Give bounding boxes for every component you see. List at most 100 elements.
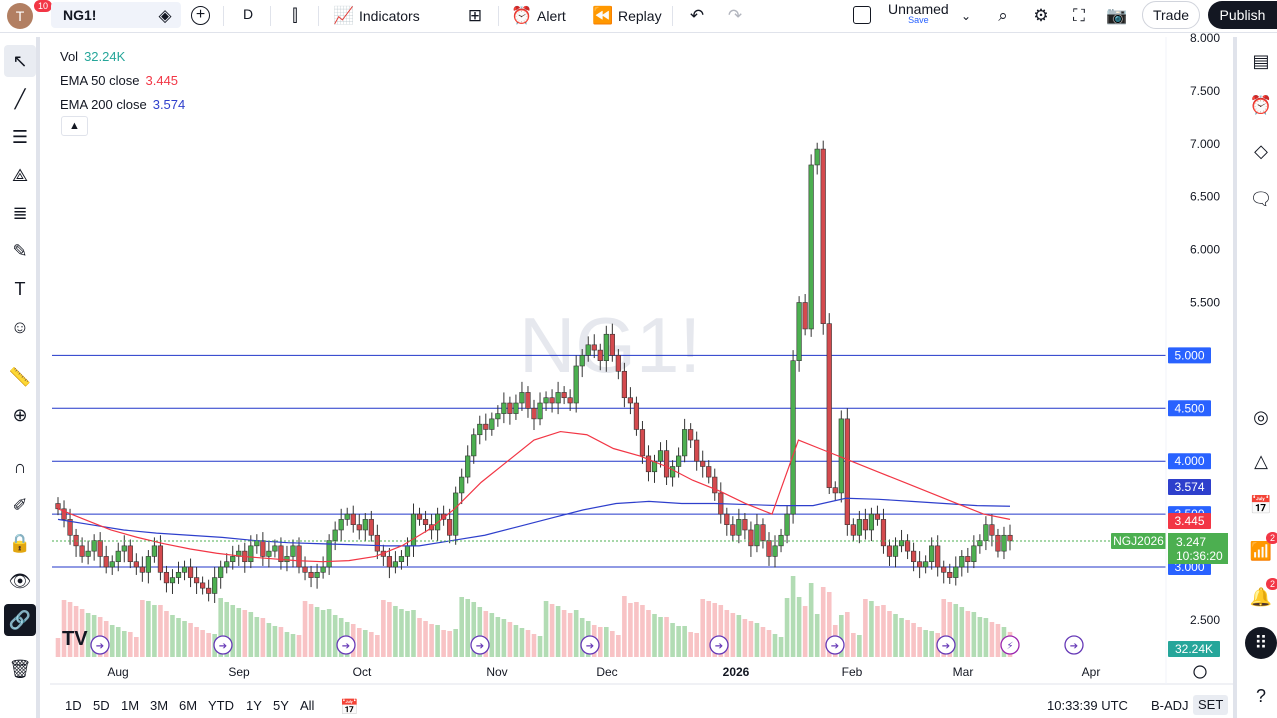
candle [338, 519, 344, 531]
volume-bar [387, 602, 392, 657]
symbol-tag: NGJ2026 [1113, 534, 1164, 548]
event-arrow: ➔ [715, 641, 723, 652]
chart-canvas[interactable]: NG1! 8.0007.5007.0006.5006.0005.5002.500… [0, 0, 1277, 718]
volume-bar [405, 611, 410, 657]
candle [880, 519, 887, 547]
volume-bar [640, 605, 645, 657]
candle [790, 360, 796, 515]
candle [356, 524, 362, 531]
range-1d[interactable]: 1D [65, 698, 82, 713]
candle [669, 466, 676, 478]
time-label: Sep [228, 665, 250, 679]
range-6m[interactable]: 6M [179, 698, 197, 713]
volume-bar [447, 631, 452, 657]
volume-bar [236, 608, 242, 657]
legend-ema50[interactable]: EMA 50 close 3.445 [60, 69, 185, 93]
range-ytd[interactable]: YTD [208, 698, 234, 713]
legend-vol[interactable]: Vol 32.24K [60, 45, 185, 69]
candle [832, 487, 838, 494]
volume-bar [513, 625, 519, 657]
candle [218, 566, 224, 578]
volume-bar [266, 623, 272, 657]
candle [766, 540, 772, 557]
candle [995, 534, 1001, 552]
range-5d[interactable]: 5D [93, 698, 110, 713]
range-1m[interactable]: 1M [121, 698, 139, 713]
volume-bar [194, 627, 199, 657]
range-1y[interactable]: 1Y [246, 698, 262, 713]
candle [760, 524, 766, 541]
volume-bar [676, 626, 681, 657]
range-3m[interactable]: 3M [150, 698, 168, 713]
volume-bar [519, 628, 525, 657]
range-all[interactable]: All [300, 698, 314, 713]
event-arrow: ➔ [1070, 641, 1078, 652]
volume-bar [423, 621, 428, 657]
candle [676, 455, 682, 467]
event-arrow: ➔ [96, 641, 104, 652]
event-arrow: ➔ [942, 641, 950, 652]
candle [163, 571, 170, 584]
candle [712, 476, 718, 494]
axis-settings-icon[interactable] [1193, 665, 1207, 679]
candle [133, 561, 139, 568]
volume-bar [754, 623, 760, 657]
volume-bar [489, 613, 495, 657]
candle [193, 577, 200, 584]
candle [519, 392, 525, 404]
volume-bar [121, 631, 127, 657]
volume-bar [796, 597, 802, 657]
candle [844, 418, 850, 525]
price-tick: 6.000 [1190, 243, 1220, 257]
candle [296, 545, 302, 568]
volume-bar [604, 627, 609, 657]
volume-bar [182, 621, 187, 657]
candle [465, 455, 471, 478]
volume-bar [977, 617, 983, 657]
candle [422, 519, 429, 525]
volume-bar [278, 627, 284, 657]
candle [633, 402, 640, 430]
volume-bar [188, 623, 193, 657]
countdown: 10:36:20 [1176, 549, 1223, 563]
volume-bar [929, 631, 934, 657]
candle [820, 148, 826, 324]
candle [145, 556, 151, 573]
volume-bar [784, 598, 790, 657]
candle [266, 550, 272, 557]
legend-collapse-button[interactable]: ▲ [61, 116, 88, 136]
volume-bar [923, 630, 928, 657]
volume-bar [851, 633, 856, 657]
volume-bar [622, 596, 627, 657]
candle [248, 545, 254, 563]
candle [91, 540, 97, 552]
candle [573, 365, 579, 404]
candle [501, 402, 507, 414]
clock[interactable]: 10:33:39 UTC [1047, 698, 1128, 713]
time-label: Feb [842, 665, 863, 679]
candle [224, 561, 230, 568]
event-arrow: ➔ [476, 641, 484, 652]
candle [868, 513, 875, 531]
candle [935, 545, 941, 568]
legend-ema200[interactable]: EMA 200 close 3.574 [60, 93, 185, 117]
volume-bar [760, 627, 766, 657]
goto-date-icon[interactable]: 📅 [340, 698, 359, 716]
candle [79, 545, 85, 557]
session-toggle[interactable]: SET [1193, 695, 1229, 715]
volume-bar [248, 612, 254, 657]
price-axis: 8.000 7.500 7.000 6.500 6.000 5.500 2.500 5.000… [1111, 31, 1228, 657]
candle [603, 333, 609, 361]
candle [748, 529, 754, 547]
volume-bar [326, 609, 332, 657]
adj-toggle[interactable]: B-ADJ [1151, 698, 1189, 713]
range-5y[interactable]: 5Y [273, 698, 289, 713]
price-tick: 6.500 [1190, 190, 1220, 204]
volume-bar [899, 618, 904, 657]
volume-bar [820, 587, 826, 657]
candle [609, 333, 615, 356]
volume-bar [700, 599, 706, 657]
volume-bar [682, 626, 687, 657]
candle [621, 370, 627, 399]
candle [103, 556, 109, 568]
